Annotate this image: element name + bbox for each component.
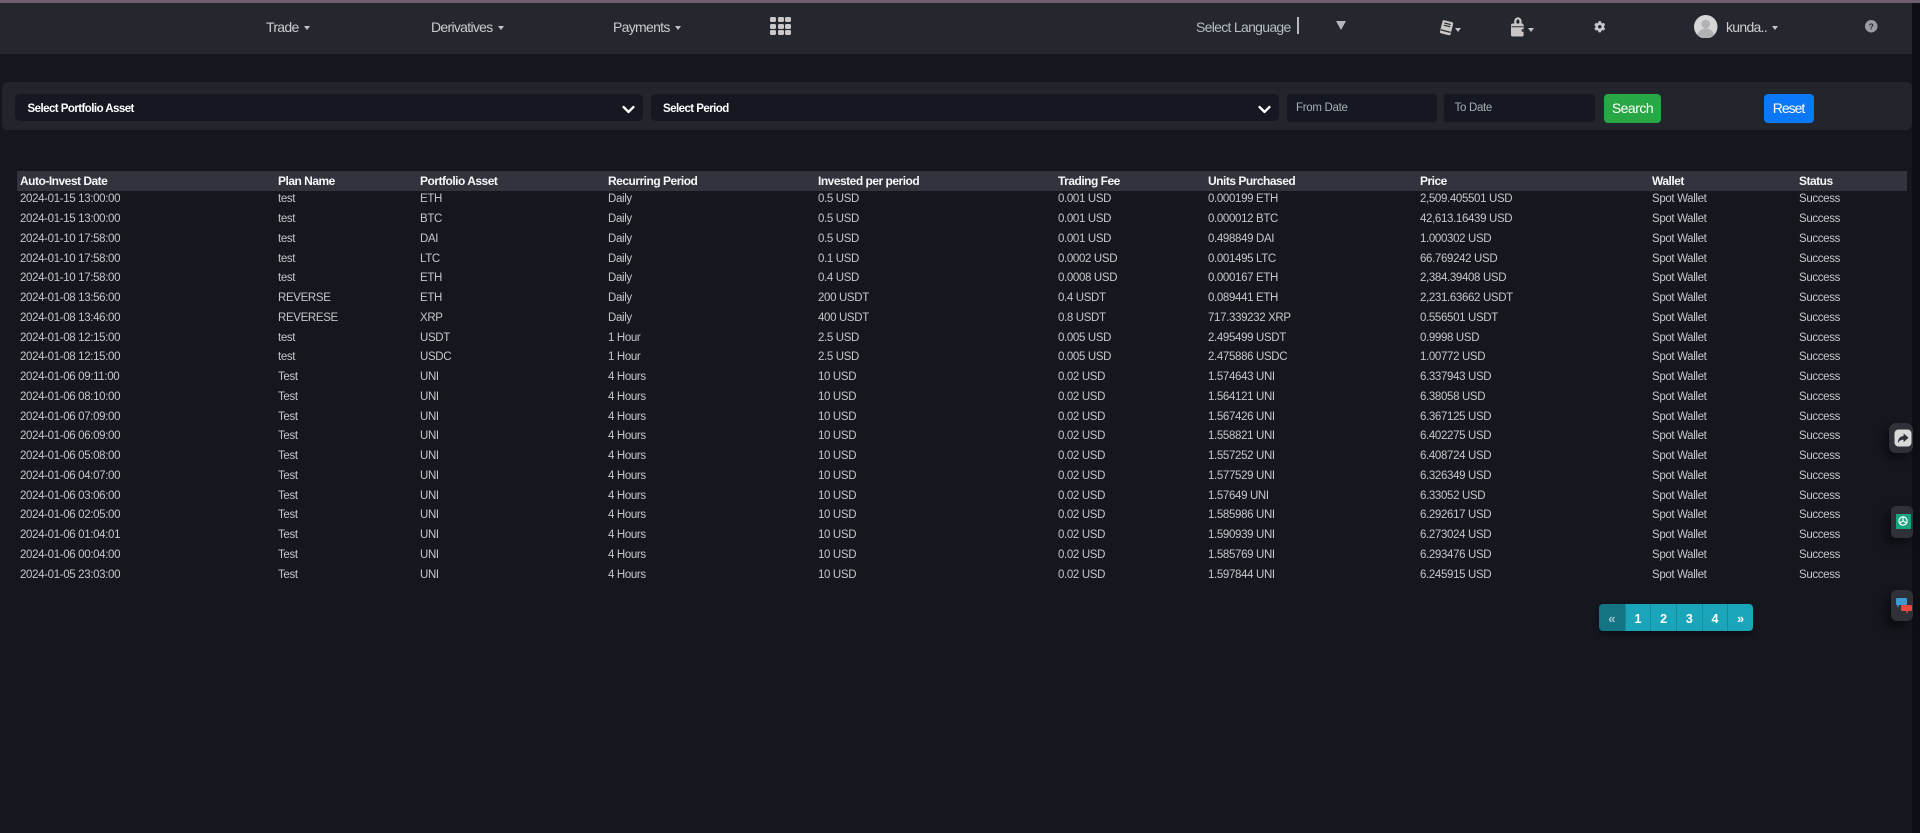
svg-text:?: ?: [1869, 21, 1874, 31]
